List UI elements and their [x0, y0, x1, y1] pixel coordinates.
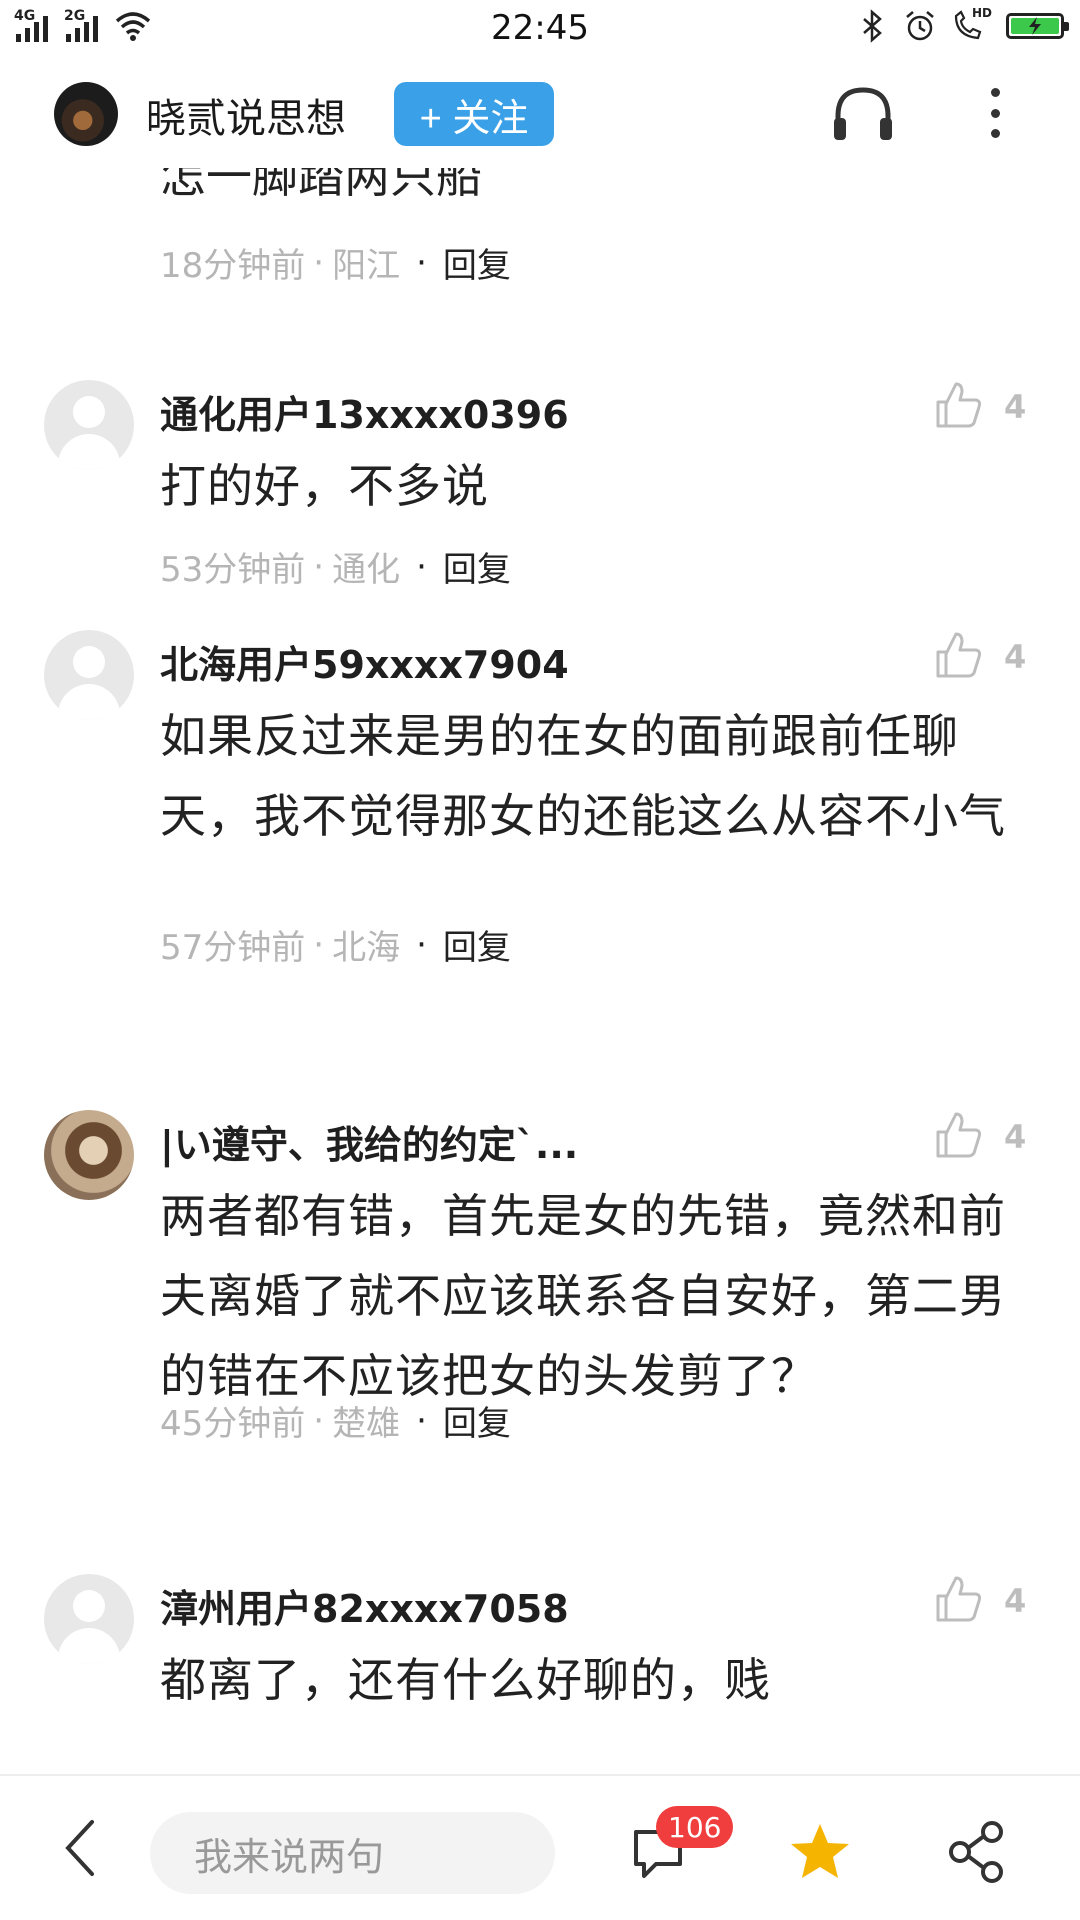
comment-meta: 57分钟前 · 北海 · 回复 [160, 920, 511, 969]
commenter-name[interactable]: 漳州用户82xxxx7058 [160, 1578, 569, 1633]
reply-button[interactable]: 回复 [443, 238, 511, 287]
like-count: 4 [1004, 1582, 1027, 1620]
follow-button[interactable]: + 关注 [394, 82, 554, 146]
commenter-name[interactable]: |い遵守、我给的约定`... [160, 1114, 578, 1169]
default-avatar[interactable] [44, 1574, 134, 1664]
status-bar: 4G 2G 22:45 HD [0, 0, 1080, 58]
thumbs-up-icon[interactable] [934, 380, 984, 430]
comment-time: 57分钟前 [160, 928, 306, 968]
comment-feed[interactable]: 怎一脚踏两只船 18分钟前 · 阳江 · 回复 通化用户13xxxx0396 4… [0, 168, 1080, 1774]
reply-button[interactable]: 回复 [443, 1396, 511, 1445]
bluetooth-icon [863, 9, 882, 43]
comment-location: 阳江 [332, 246, 401, 286]
user-avatar[interactable] [44, 1110, 134, 1200]
author-name[interactable]: 晓贰说思想 [146, 86, 346, 144]
like-count: 4 [1004, 1118, 1027, 1156]
back-arrow-icon[interactable] [60, 1818, 100, 1878]
comment-input[interactable]: 我来说两句 [150, 1812, 555, 1894]
bottom-action-bar: 我来说两句 106 [0, 1774, 1080, 1920]
status-right: HD [854, 6, 1069, 44]
comment-time: 18分钟前 [160, 246, 306, 286]
alarm-icon [906, 11, 934, 41]
comment-text: 都离了，还有什么好聊的，贱 [160, 1653, 771, 1707]
commenter-name[interactable]: 北海用户59xxxx7904 [160, 634, 569, 689]
default-avatar[interactable] [44, 380, 134, 470]
comment-meta: 18分钟前 · 阳江 · 回复 [160, 238, 511, 287]
reply-button[interactable]: 回复 [443, 542, 511, 591]
comment-text: 如果反过来是男的在女的面前跟前任聊天，我不觉得那女的还能这么从容不小气 [160, 709, 1006, 843]
more-vertical-icon[interactable] [980, 88, 1010, 138]
comment-time: 53分钟前 [160, 550, 306, 590]
partial-comment-text: 怎一脚踏两只船 [160, 168, 482, 203]
article-header: 晓贰说思想 + 关注 [0, 58, 1080, 168]
hd-label: HD [972, 6, 993, 20]
commenter-name[interactable]: 通化用户13xxxx0396 [160, 384, 569, 439]
reply-button[interactable]: 回复 [443, 920, 511, 969]
comment-location: 北海 [332, 928, 401, 968]
comment-count-badge: 106 [656, 1806, 734, 1848]
hd-call-icon: HD [950, 6, 994, 44]
comment-time: 45分钟前 [160, 1404, 306, 1444]
comment-location: 楚雄 [332, 1404, 401, 1444]
thumbs-up-icon[interactable] [934, 630, 984, 680]
thumbs-up-icon[interactable] [934, 1110, 984, 1160]
comment-location: 通化 [332, 550, 401, 590]
thumbs-up-icon[interactable] [934, 1574, 984, 1624]
battery-icon [1006, 13, 1069, 39]
headphone-icon[interactable] [830, 84, 896, 144]
comment-meta: 45分钟前 · 楚雄 · 回复 [160, 1396, 511, 1445]
like-count: 4 [1004, 638, 1027, 676]
comment-text: 两者都有错，首先是女的先错，竟然和前夫离婚了就不应该联系各自安好，第二男的错在不… [160, 1189, 1006, 1403]
comment-meta: 53分钟前 · 通化 · 回复 [160, 542, 511, 591]
share-icon[interactable] [948, 1820, 1006, 1884]
like-count: 4 [1004, 388, 1027, 426]
comment-text: 打的好，不多说 [160, 459, 489, 513]
star-icon[interactable] [788, 1820, 852, 1884]
default-avatar[interactable] [44, 630, 134, 720]
author-avatar[interactable] [54, 82, 118, 146]
